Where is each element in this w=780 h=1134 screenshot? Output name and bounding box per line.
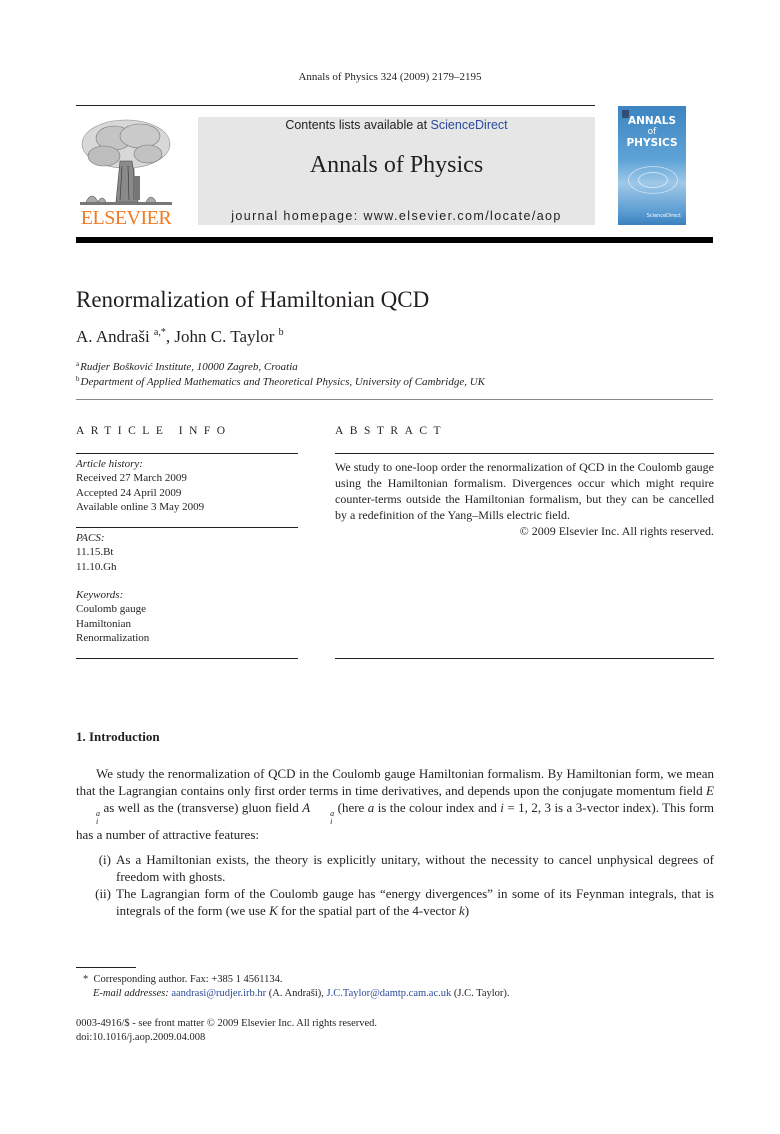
pacs-block: PACS: 11.15.Bt 11.10.Gh	[76, 531, 117, 574]
email-label: E-mail addresses:	[93, 988, 169, 999]
issn-line: 0003-4916/$ - see front matter © 2009 El…	[76, 1018, 378, 1029]
pacs-code: 11.10.Gh	[76, 560, 117, 573]
article-info-bottom-rule	[76, 658, 298, 659]
email-link[interactable]: J.C.Taylor@damtp.cam.ac.uk	[327, 988, 452, 999]
author-list: A. Andraši a,*, John C. Taylor b	[76, 327, 284, 347]
history-online: Available online 3 May 2009	[76, 501, 205, 514]
list-number: (i)	[98, 852, 111, 867]
section-heading: 1. Introduction	[76, 729, 160, 744]
list-text: As a Hamiltonian exists, the theory is e…	[116, 852, 714, 884]
list-text: The Lagrangian form of the Coulomb gauge…	[116, 885, 714, 919]
abstract-body: We study to one-loop order the renormali…	[335, 459, 714, 539]
paragraph-text: We study the renormalization of QCD in t…	[76, 766, 714, 798]
math-sub: i	[96, 817, 99, 826]
abstract-heading: ABSTRACT	[335, 425, 448, 437]
cover-title-line3: PHYSICS	[626, 137, 678, 149]
keyword[interactable]: Hamiltonian	[76, 617, 149, 631]
author-name[interactable]: John C. Taylor	[174, 327, 274, 346]
abstract-text: We study to one-loop order the renormali…	[335, 460, 714, 522]
contents-line: Contents lists available at ScienceDirec…	[198, 118, 595, 132]
article-info-rule	[76, 453, 298, 454]
title-block-rule	[76, 399, 713, 400]
paragraph-text: for the spatial part of the 4-vector	[277, 903, 459, 918]
affiliation: bDepartment of Applied Mathematics and T…	[76, 375, 485, 388]
sciencedirect-link[interactable]: ScienceDirect	[431, 118, 508, 132]
article-info-heading: ARTICLE INFO	[76, 425, 232, 437]
affiliation-mark: a	[76, 360, 80, 368]
footnote-mark: *	[83, 974, 89, 985]
intro-paragraph: We study the renormalization of QCD in t…	[76, 765, 714, 843]
math-sub: i	[330, 817, 333, 826]
paragraph-text: )	[464, 903, 470, 918]
header-thick-rule	[76, 237, 713, 243]
elsevier-logo[interactable]: ELSEVIER	[76, 116, 176, 229]
article-info-rule	[76, 527, 298, 528]
journal-homepage-link[interactable]: journal homepage: www.elsevier.com/locat…	[198, 209, 595, 223]
list-number: (ii)	[95, 886, 111, 901]
cover-ripple-inner-icon	[638, 172, 668, 188]
keyword[interactable]: Coulomb gauge	[76, 602, 149, 616]
author-marks[interactable]: a,*	[154, 327, 166, 338]
journal-citation: Annals of Physics 324 (2009) 2179–2195	[298, 71, 482, 83]
cover-title-line1: ANNALS	[627, 115, 677, 127]
doi-link[interactable]: doi:10.1016/j.aop.2009.04.008	[76, 1031, 205, 1045]
pacs-label: PACS:	[76, 532, 105, 544]
header-rule	[76, 105, 595, 106]
keyword[interactable]: Renormalization	[76, 631, 149, 645]
journal-banner: Contents lists available at ScienceDirec…	[198, 117, 595, 225]
journal-title: Annals of Physics	[309, 152, 484, 178]
author-marks[interactable]: b	[279, 327, 284, 338]
abstract-copyright: © 2009 Elsevier Inc. All rights reserved…	[519, 524, 714, 538]
elsevier-tree-icon	[80, 119, 172, 205]
math-symbol: E	[706, 783, 714, 798]
email-owner: (A. Andraši),	[266, 988, 327, 999]
elsevier-wordmark: ELSEVIER	[80, 207, 172, 229]
author-name[interactable]: A. Andraši	[76, 327, 150, 346]
footnote-rule	[76, 967, 136, 968]
history-received: Received 27 March 2009	[76, 472, 187, 485]
math-A-field: Aai	[302, 800, 334, 826]
footnote-text: Corresponding author. Fax: +385 1 456113…	[93, 974, 283, 985]
email-owner: (J.C. Taylor).	[451, 988, 510, 999]
paragraph-text: as well as the (transverse) gluon field	[100, 800, 303, 815]
article-history-label: Article history:	[76, 458, 143, 470]
math-symbol: A	[302, 800, 311, 815]
pacs-code: 11.15.Bt	[76, 546, 114, 559]
affiliation: aRudjer Bošković Institute, 10000 Zagreb…	[76, 360, 298, 373]
email-footnote: E-mail addresses: aandrasi@rudjer.irb.hr…	[93, 987, 510, 1001]
corresponding-author-footnote: * Corresponding author. Fax: +385 1 4561…	[83, 973, 282, 987]
cover-title: ANNALS of PHYSICS	[618, 116, 686, 149]
list-item: (ii) The Lagrangian form of the Coulomb …	[76, 885, 714, 919]
email-link[interactable]: aandrasi@rudjer.irb.hr	[171, 988, 266, 999]
article-title: Renormalization of Hamiltonian QCD	[76, 287, 430, 312]
cover-publisher: ScienceDirect	[646, 213, 681, 219]
article-history: Article history: Received 27 March 2009 …	[76, 457, 204, 515]
history-accepted: Accepted 24 April 2009	[76, 486, 182, 499]
affiliation-text: Rudjer Bošković Institute, 10000 Zagreb,…	[80, 361, 298, 373]
paragraph-text: is the colour index and	[374, 800, 501, 815]
list-item: (i) As a Hamiltonian exists, the theory …	[76, 851, 714, 885]
abstract-rule	[335, 453, 714, 454]
affiliation-mark: b	[76, 375, 80, 383]
keywords-label: Keywords:	[76, 589, 124, 601]
journal-cover-image[interactable]: ANNALS of PHYSICS ScienceDirect	[618, 106, 686, 225]
math-symbol: K	[269, 903, 278, 918]
contents-prefix: Contents lists available at	[285, 118, 431, 132]
paragraph-text: (here	[334, 800, 368, 815]
abstract-bottom-rule	[335, 658, 714, 659]
affiliation-text: Department of Applied Mathematics and Th…	[80, 376, 486, 388]
keywords-block: Keywords: Coulomb gauge Hamiltonian Reno…	[76, 588, 149, 646]
